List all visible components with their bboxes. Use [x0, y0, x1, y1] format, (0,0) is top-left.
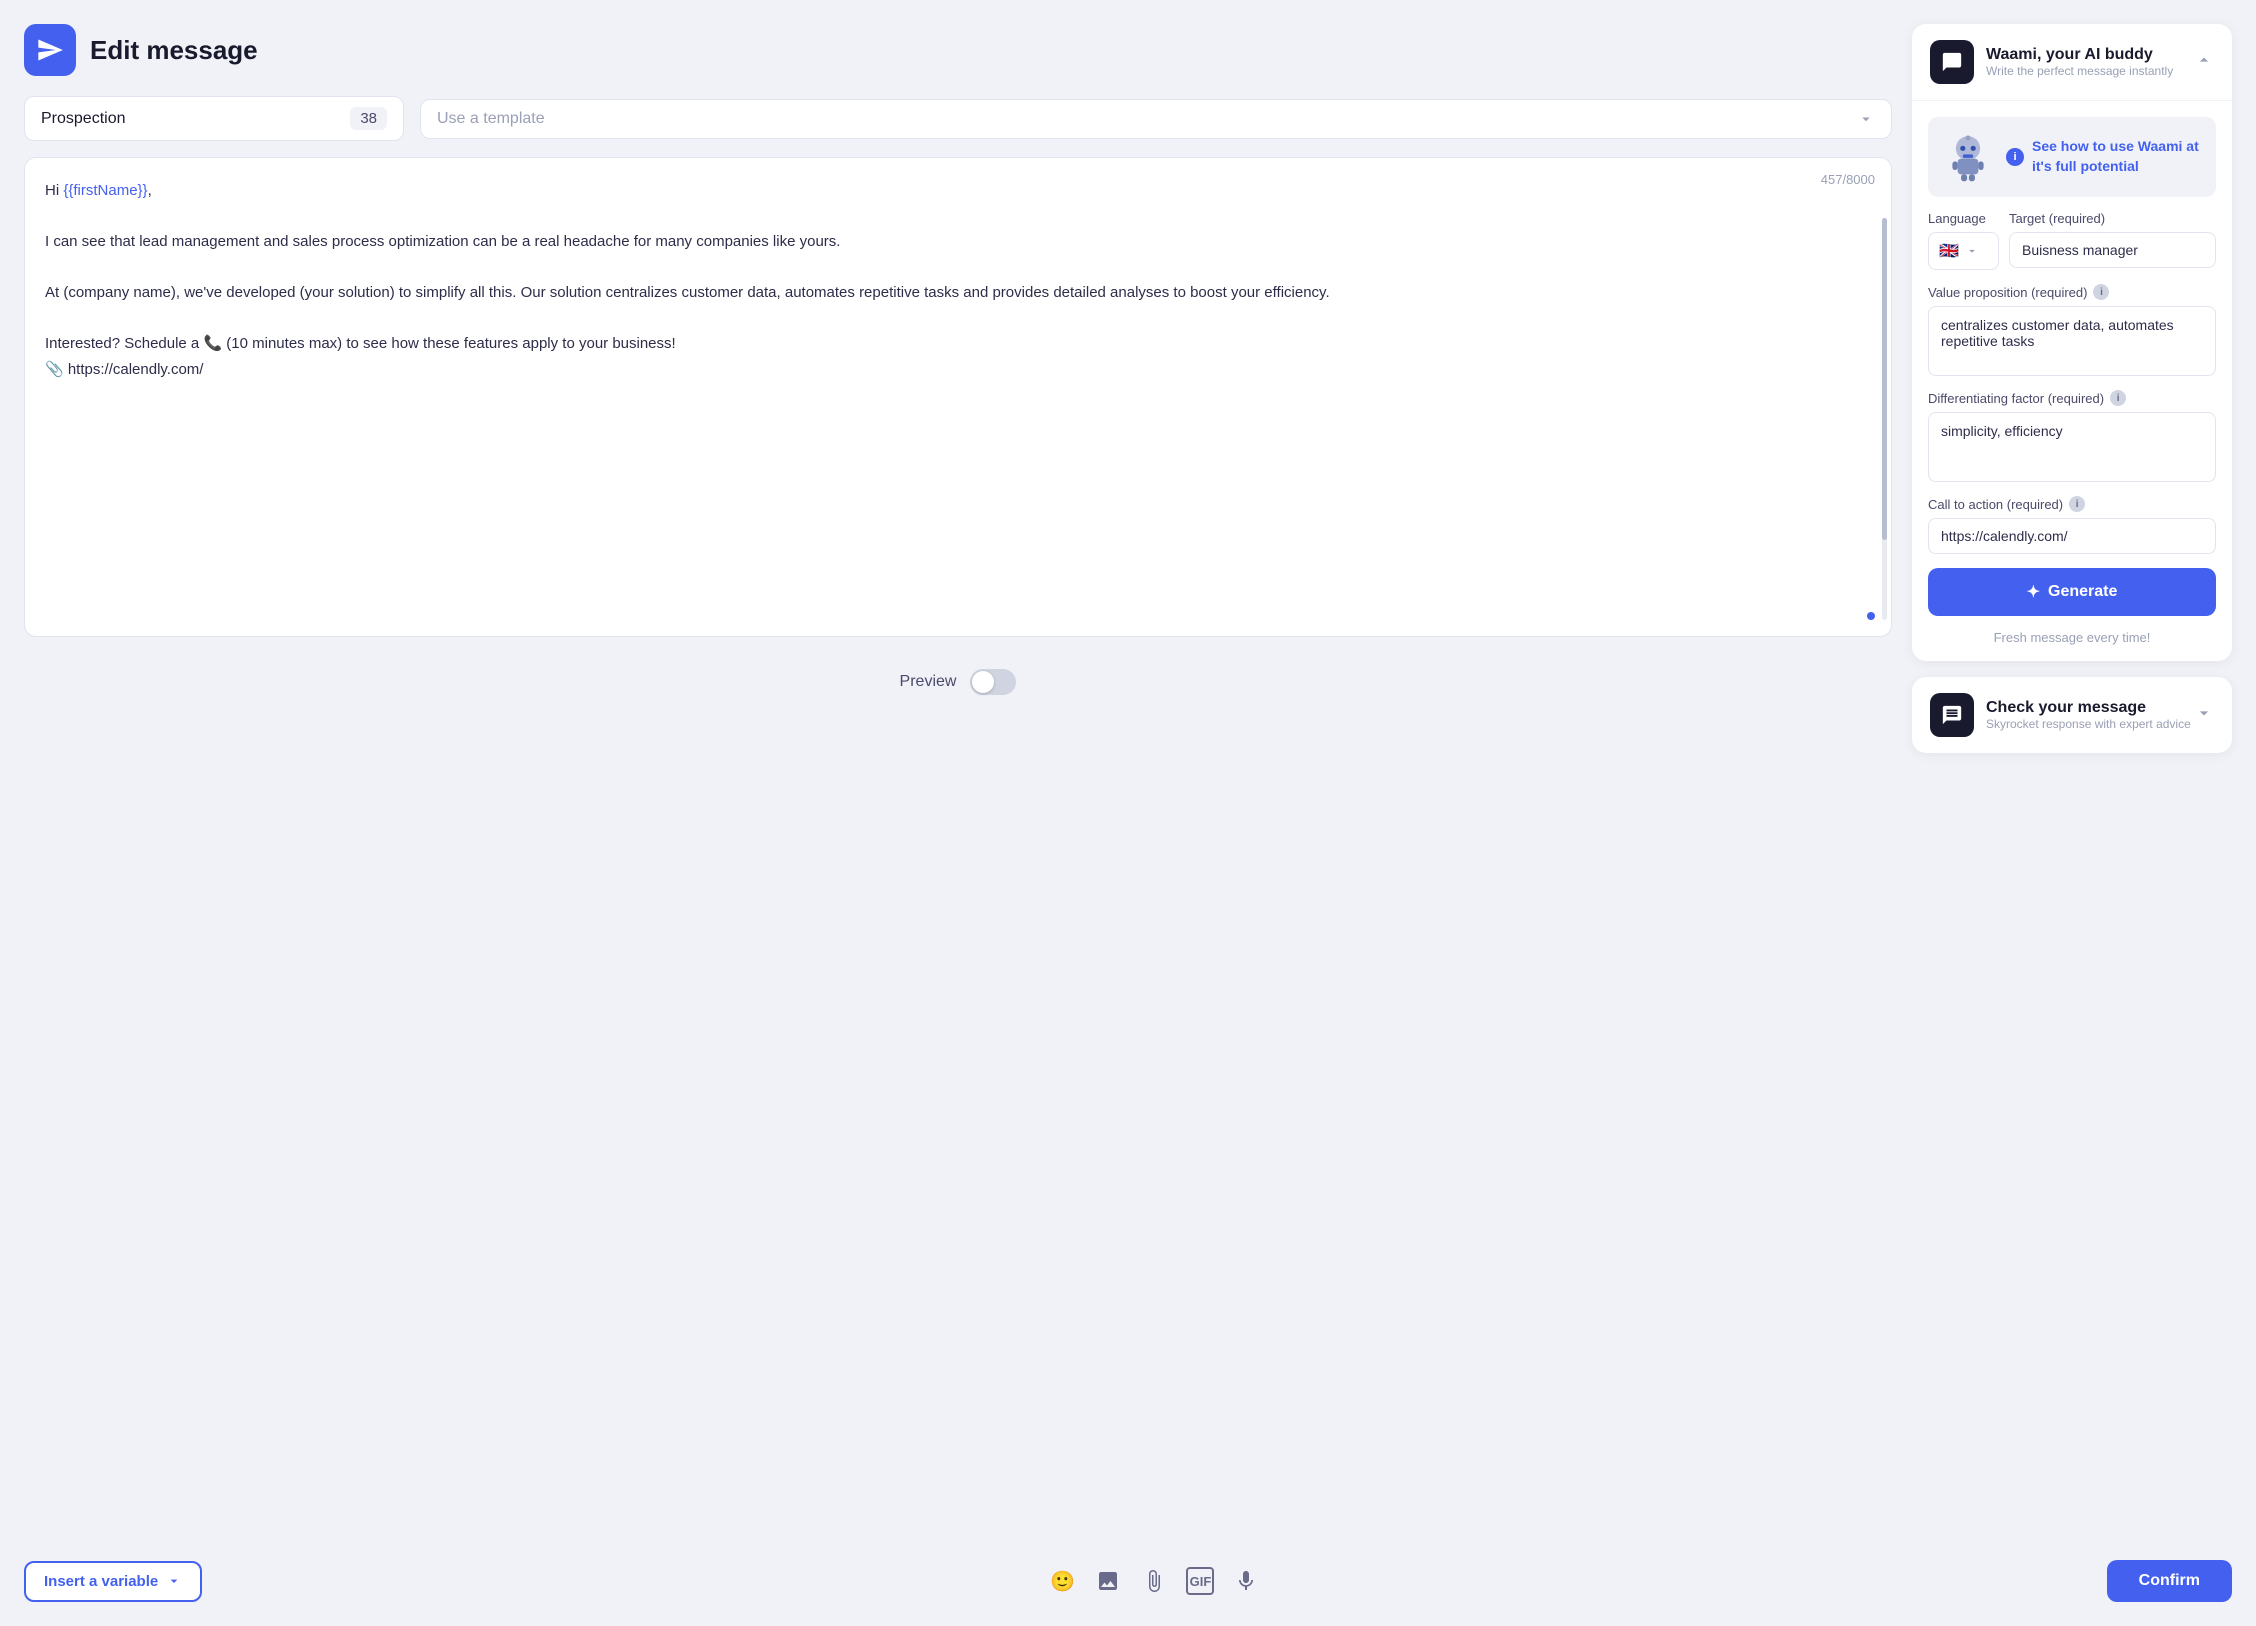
flag-emoji: 🇬🇧 — [1939, 241, 1959, 261]
bottom-icons: 🙂 GIF — [1048, 1567, 1260, 1595]
char-count: 457/8000 — [1821, 172, 1875, 187]
message-editor[interactable]: 457/8000 Hi {{firstName}}, I can see tha… — [24, 157, 1892, 637]
language-target-row: Language 🇬🇧 Target (required) — [1928, 211, 2216, 270]
gif-button[interactable]: GIF — [1186, 1567, 1214, 1595]
diff-factor-group: Differentiating factor (required) i simp… — [1928, 390, 2216, 482]
preview-row: Preview — [24, 653, 1892, 703]
insert-variable-label: Insert a variable — [44, 1573, 158, 1590]
value-prop-label: Value proposition (required) — [1928, 285, 2087, 300]
attachment-button[interactable] — [1140, 1567, 1168, 1595]
check-expand-button[interactable] — [2194, 703, 2214, 728]
ai-subtitle: Write the perfect message instantly — [1986, 64, 2173, 78]
app-icon — [24, 24, 76, 76]
bottom-toolbar: Insert a variable 🙂 GIF Confirm — [0, 1544, 2256, 1626]
preview-label: Preview — [900, 673, 957, 691]
collapse-button[interactable] — [2194, 50, 2214, 75]
scrollbar-track[interactable] — [1882, 218, 1887, 620]
preview-toggle[interactable] — [970, 669, 1016, 695]
confirm-button[interactable]: Confirm — [2107, 1560, 2232, 1602]
emoji-button[interactable]: 🙂 — [1048, 1567, 1076, 1595]
ai-title: Waami, your AI buddy — [1986, 46, 2173, 64]
message-content[interactable]: Hi {{firstName}}, I can see that lead ma… — [45, 178, 1871, 382]
language-label: Language — [1928, 211, 1999, 226]
cta-info-icon: i — [2069, 496, 2085, 512]
generate-label: Generate — [2048, 583, 2117, 601]
generate-button[interactable]: ✦ Generate — [1928, 568, 2216, 616]
ai-panel-body: i See how to use Waami at it's full pote… — [1912, 101, 2232, 661]
language-select[interactable]: 🇬🇧 — [1928, 232, 1999, 270]
cta-label: Call to action (required) — [1928, 497, 2063, 512]
check-icon-box — [1930, 693, 1974, 737]
diff-factor-info-icon: i — [2110, 390, 2126, 406]
toolbar-row: Prospection 38 Use a template — [24, 96, 1892, 141]
diff-factor-input[interactable]: simplicity, efficiency — [1928, 412, 2216, 482]
target-field-group: Target (required) — [2009, 211, 2216, 268]
prospection-label: Prospection — [41, 110, 126, 128]
ai-panel: Waami, your AI buddy Write the perfect m… — [1912, 24, 2232, 661]
scrollbar-thumb — [1882, 218, 1887, 540]
page-title: Edit message — [90, 35, 258, 66]
message-line-4: Interested? Schedule a 📞 (10 minutes max… — [45, 331, 1851, 382]
target-input[interactable] — [2009, 232, 2216, 268]
message-line-3: At (company name), we've developed (your… — [45, 280, 1851, 306]
info-icon: i — [2006, 148, 2024, 166]
image-button[interactable] — [1094, 1567, 1122, 1595]
ai-panel-header: Waami, your AI buddy Write the perfect m… — [1912, 24, 2232, 101]
waami-robot-icon — [1942, 131, 1994, 183]
prospection-count: 38 — [350, 107, 387, 130]
value-prop-input[interactable]: centralizes customer data, automates rep… — [1928, 306, 2216, 376]
language-field-group: Language 🇬🇧 — [1928, 211, 1999, 270]
value-prop-info-icon: i — [2093, 284, 2109, 300]
waami-promo-banner[interactable]: i See how to use Waami at it's full pote… — [1928, 117, 2216, 197]
cta-group: Call to action (required) i — [1928, 496, 2216, 554]
mic-button[interactable] — [1232, 1567, 1260, 1595]
diff-factor-label: Differentiating factor (required) — [1928, 391, 2104, 406]
sparkle-icon: ✦ — [2027, 582, 2040, 602]
message-line-2: I can see that lead management and sales… — [45, 229, 1851, 255]
template-placeholder: Use a template — [437, 110, 545, 128]
prospection-badge: Prospection 38 — [24, 96, 404, 141]
insert-variable-button[interactable]: Insert a variable — [24, 1561, 202, 1602]
promo-link[interactable]: See how to use Waami at it's full potent… — [2032, 137, 2202, 176]
firstname-variable: {{firstName}} — [63, 182, 147, 199]
check-panel: Check your message Skyrocket response wi… — [1912, 677, 2232, 753]
cta-input[interactable] — [1928, 518, 2216, 554]
check-subtitle: Skyrocket response with expert advice — [1986, 717, 2191, 731]
scroll-indicator — [1867, 612, 1875, 620]
fresh-message-text: Fresh message every time! — [1928, 630, 2216, 645]
check-title: Check your message — [1986, 699, 2191, 717]
template-dropdown[interactable]: Use a template — [420, 99, 1892, 139]
target-label: Target (required) — [2009, 211, 2216, 226]
value-prop-group: Value proposition (required) i centraliz… — [1928, 284, 2216, 376]
ai-icon-box — [1930, 40, 1974, 84]
